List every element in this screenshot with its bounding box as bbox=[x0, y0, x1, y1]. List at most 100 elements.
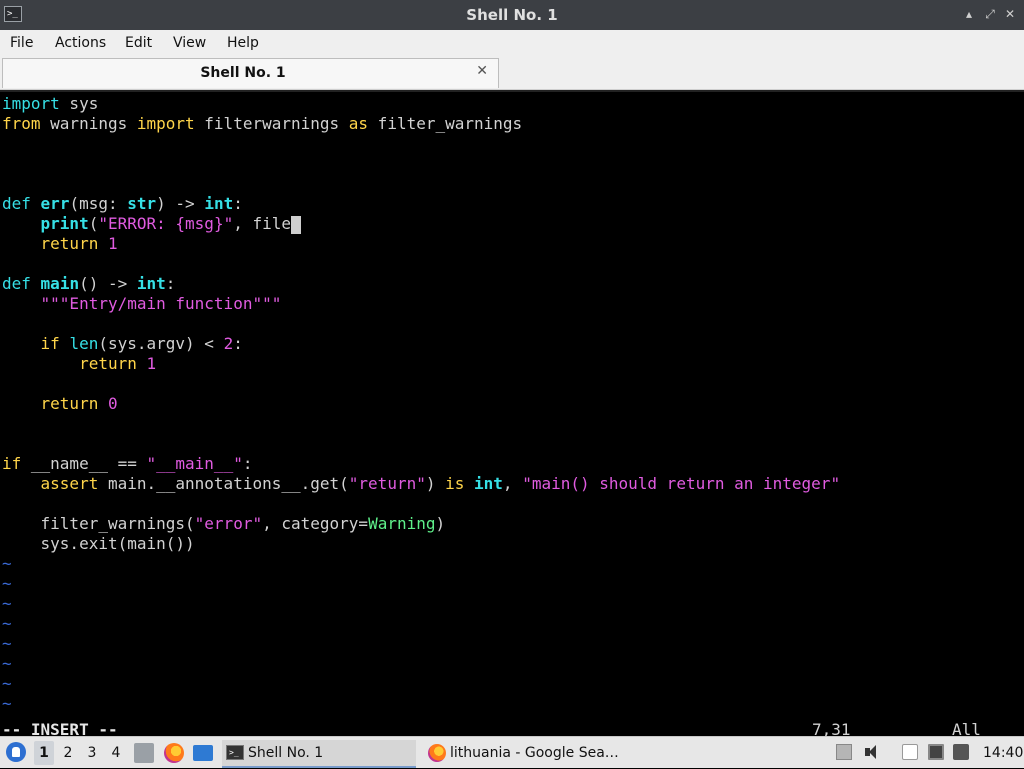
code-line[interactable]: if __name__ == "__main__": bbox=[2, 454, 252, 474]
code-line[interactable]: ~ bbox=[2, 594, 12, 614]
code-token: int bbox=[474, 474, 503, 493]
code-token: __name__ == bbox=[21, 454, 147, 473]
code-token: (msg: bbox=[69, 194, 128, 213]
empty-line-marker: ~ bbox=[2, 634, 12, 653]
close-icon[interactable]: ✕ bbox=[1002, 6, 1018, 22]
code-line[interactable]: if len(sys.argv) < 2: bbox=[2, 334, 243, 354]
code-token: len bbox=[69, 334, 99, 353]
firefox-icon bbox=[428, 744, 446, 762]
code-token: ) bbox=[435, 514, 446, 533]
code-token: (sys.argv) < bbox=[98, 334, 224, 353]
clock[interactable]: 14:40 bbox=[983, 737, 1023, 769]
title-bar: >_ Shell No. 1 ▴ ⤢ ✕ bbox=[0, 0, 1024, 30]
clipboard-icon[interactable] bbox=[902, 744, 918, 760]
menu-view[interactable]: View bbox=[173, 30, 206, 56]
code-token: "__main__" bbox=[146, 454, 243, 473]
code-token: 1 bbox=[107, 234, 118, 253]
code-line[interactable]: ~ bbox=[2, 554, 12, 574]
code-token: 1 bbox=[146, 354, 157, 373]
code-token: """Entry/main function""" bbox=[40, 294, 282, 313]
volume-icon[interactable] bbox=[864, 744, 880, 760]
code-line[interactable]: def err(msg: str) -> int: bbox=[2, 194, 243, 214]
empty-line-marker: ~ bbox=[2, 674, 12, 693]
workspace-2[interactable]: 2 bbox=[58, 741, 78, 765]
code-line[interactable]: ~ bbox=[2, 634, 12, 654]
menu-bar: File Actions Edit View Help bbox=[0, 30, 1024, 58]
code-token: , category= bbox=[262, 514, 369, 533]
code-line[interactable]: assert main.__annotations__.get("return"… bbox=[2, 474, 841, 494]
taskbar: 1 2 3 4 >_ Shell No. 1 lithuania - Googl… bbox=[0, 736, 1024, 768]
empty-line-marker: ~ bbox=[2, 614, 12, 633]
code-token: main.__annotations__.get( bbox=[98, 474, 349, 493]
code-line[interactable]: def main() -> int: bbox=[2, 274, 175, 294]
task-terminal[interactable]: >_ Shell No. 1 bbox=[222, 740, 416, 768]
code-token: assert bbox=[40, 474, 99, 493]
code-line[interactable]: ~ bbox=[2, 674, 12, 694]
maximize-icon[interactable]: ⤢ bbox=[982, 6, 998, 22]
code-line[interactable]: ~ bbox=[2, 694, 12, 714]
code-token: return bbox=[40, 234, 99, 253]
code-line[interactable]: return 1 bbox=[2, 354, 156, 374]
workspace-4[interactable]: 4 bbox=[106, 741, 126, 765]
workspace-1[interactable]: 1 bbox=[34, 741, 54, 765]
code-line[interactable]: ~ bbox=[2, 574, 12, 594]
code-line[interactable]: ~ bbox=[2, 614, 12, 634]
firefox-launcher-icon[interactable] bbox=[164, 743, 184, 763]
code-line[interactable]: sys.exit(main()) bbox=[2, 534, 195, 554]
code-token: 0 bbox=[107, 394, 118, 413]
menu-actions[interactable]: Actions bbox=[55, 30, 106, 56]
task-label: lithuania - Google Sea… bbox=[450, 745, 619, 761]
code-line[interactable]: return 1 bbox=[2, 234, 118, 254]
code-token: "main() should return an integer" bbox=[522, 474, 841, 493]
code-line[interactable]: ~ bbox=[2, 654, 12, 674]
code-token: err bbox=[40, 194, 70, 213]
code-line[interactable]: return 0 bbox=[2, 394, 118, 414]
code-token: main bbox=[40, 274, 80, 293]
code-line[interactable]: print("ERROR: {msg}", file bbox=[2, 214, 301, 234]
minimize-icon[interactable]: ▴ bbox=[961, 6, 977, 22]
menu-help[interactable]: Help bbox=[227, 30, 259, 56]
task-firefox[interactable]: lithuania - Google Sea… bbox=[424, 740, 620, 766]
start-menu-icon[interactable] bbox=[6, 742, 26, 762]
notifications-icon[interactable] bbox=[953, 744, 969, 760]
code-token: "error" bbox=[194, 514, 263, 533]
code-token: return bbox=[79, 354, 137, 373]
empty-line-marker: ~ bbox=[2, 574, 12, 593]
updates-icon[interactable] bbox=[836, 744, 852, 760]
workspace-3[interactable]: 3 bbox=[82, 741, 102, 765]
code-token: import bbox=[136, 114, 195, 133]
code-line[interactable]: """Entry/main function""" bbox=[2, 294, 282, 314]
tab-shell-1[interactable]: Shell No. 1 ✕ bbox=[2, 58, 499, 88]
file-manager-icon[interactable] bbox=[134, 743, 154, 763]
code-token: if bbox=[40, 334, 60, 353]
window-title: Shell No. 1 bbox=[466, 6, 558, 24]
code-token: Warning bbox=[368, 514, 436, 533]
terminal-view[interactable]: import sys from warnings import filterwar… bbox=[0, 90, 1024, 734]
code-token: () -> bbox=[79, 274, 137, 293]
empty-line-marker: ~ bbox=[2, 554, 12, 573]
terminal-icon: >_ bbox=[226, 745, 244, 760]
code-line[interactable]: import sys bbox=[2, 94, 98, 114]
network-icon[interactable] bbox=[928, 744, 944, 760]
code-line[interactable]: from warnings import filterwarnings as f… bbox=[2, 114, 522, 134]
code-token: filter_warnings bbox=[368, 114, 523, 133]
code-token: warnings bbox=[40, 114, 137, 133]
menu-edit[interactable]: Edit bbox=[125, 30, 152, 56]
code-token: sys.exit(main()) bbox=[2, 534, 195, 553]
code-token: def bbox=[2, 274, 31, 293]
code-line[interactable]: filter_warnings("error", category=Warnin… bbox=[2, 514, 446, 534]
tab-close-icon[interactable]: ✕ bbox=[476, 63, 488, 79]
code-token: , file bbox=[233, 214, 291, 233]
show-desktop-icon[interactable] bbox=[193, 745, 213, 761]
menu-file[interactable]: File bbox=[10, 30, 33, 56]
